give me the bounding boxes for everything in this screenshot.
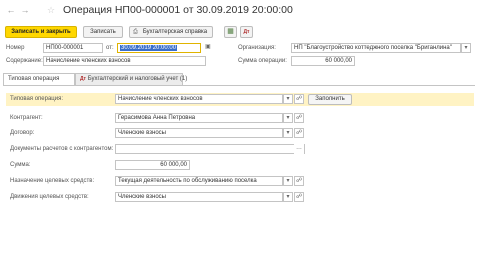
contract-field[interactable]: Членские взносы — [115, 128, 283, 138]
date-value: 30.09.2019 20:00:00 — [120, 45, 178, 51]
chevron-down-icon[interactable]: ▾ — [283, 94, 293, 104]
number-label: Номер — [6, 45, 25, 51]
movement-label: Движения целевых средств: — [10, 194, 89, 200]
star-icon[interactable]: ☆ — [47, 5, 55, 15]
counterparty-field[interactable]: Герасимова Анна Петровна — [115, 113, 283, 123]
settlement-docs-label: Документы расчетов с контрагентом: — [10, 146, 114, 152]
save-and-close-button[interactable]: Записать и закрыть — [5, 26, 77, 38]
fill-button[interactable]: Заполнить — [308, 94, 352, 105]
chevron-down-icon[interactable]: ▾ — [283, 176, 293, 186]
open-link-icon[interactable]: ☍ — [294, 176, 304, 186]
page-title: Операция НП00-000001 от 30.09.2019 20:00… — [63, 4, 293, 16]
content-label: Содержание: — [6, 58, 43, 64]
chevron-down-icon[interactable]: ▾ — [283, 113, 293, 123]
counterparty-label: Контрагент: — [10, 115, 43, 121]
tab-divider — [3, 85, 475, 86]
sum-label: Сумма: — [10, 162, 31, 168]
tab-accounting-label: Бухгалтерский и налоговый учет (1) — [87, 76, 188, 82]
organization-field[interactable]: НП "Благоустройство коттеджного поселка … — [291, 43, 461, 53]
from-label: от: — [106, 45, 114, 51]
more-options-icon[interactable]: … — [294, 144, 304, 154]
movement-field[interactable]: Членские взносы — [115, 192, 283, 202]
printer-icon: ⎙ — [133, 29, 138, 35]
save-button[interactable]: Записать — [83, 26, 123, 38]
typical-operation-label: Типовая операция: — [10, 96, 64, 102]
accounting-reference-button[interactable]: ⎙ Бухгалтерская справка — [129, 26, 213, 38]
settlement-docs-field[interactable] — [115, 144, 305, 154]
purpose-label: Назначение целевых средств: — [10, 178, 95, 184]
chevron-down-icon[interactable]: ▾ — [283, 192, 293, 202]
organization-label: Организация: — [238, 45, 276, 51]
chevron-down-icon[interactable]: ▾ — [461, 43, 471, 53]
dt-kt-icon: Дт — [80, 76, 87, 82]
open-link-icon[interactable]: ☍ — [294, 113, 304, 123]
content-field[interactable]: Начисление членских взносов — [43, 56, 206, 66]
contract-label: Договор: — [10, 130, 35, 136]
open-link-icon[interactable]: ☍ — [294, 128, 304, 138]
chevron-down-icon[interactable]: ▾ — [283, 128, 293, 138]
calendar-icon[interactable]: ▣ — [203, 43, 213, 53]
back-arrow-icon[interactable]: ← — [6, 5, 16, 15]
number-field[interactable]: НП00-000001 — [43, 43, 103, 53]
purpose-field[interactable]: Текущая деятельность по обслуживанию пос… — [115, 176, 283, 186]
date-field[interactable]: 30.09.2019 20:00:00 — [117, 43, 201, 53]
open-link-icon[interactable]: ☍ — [294, 94, 304, 104]
document-structure-icon[interactable]: ▦ — [224, 26, 237, 38]
operation-sum-field[interactable]: 60 000,00 — [291, 56, 355, 66]
typical-operation-field[interactable]: Начисление членских взносов — [115, 94, 283, 104]
forward-arrow-icon[interactable]: → — [20, 5, 30, 15]
accounting-reference-label: Бухгалтерская справка — [142, 29, 208, 35]
open-link-icon[interactable]: ☍ — [294, 192, 304, 202]
sum-field[interactable]: 60 000,00 — [115, 160, 190, 170]
tab-accounting[interactable]: Дт Бухгалтерский и налоговый учет (1) — [75, 73, 187, 85]
operation-sum-label: Сумма операции: — [238, 58, 287, 64]
dt-kt-icon[interactable]: Дт — [240, 26, 253, 38]
